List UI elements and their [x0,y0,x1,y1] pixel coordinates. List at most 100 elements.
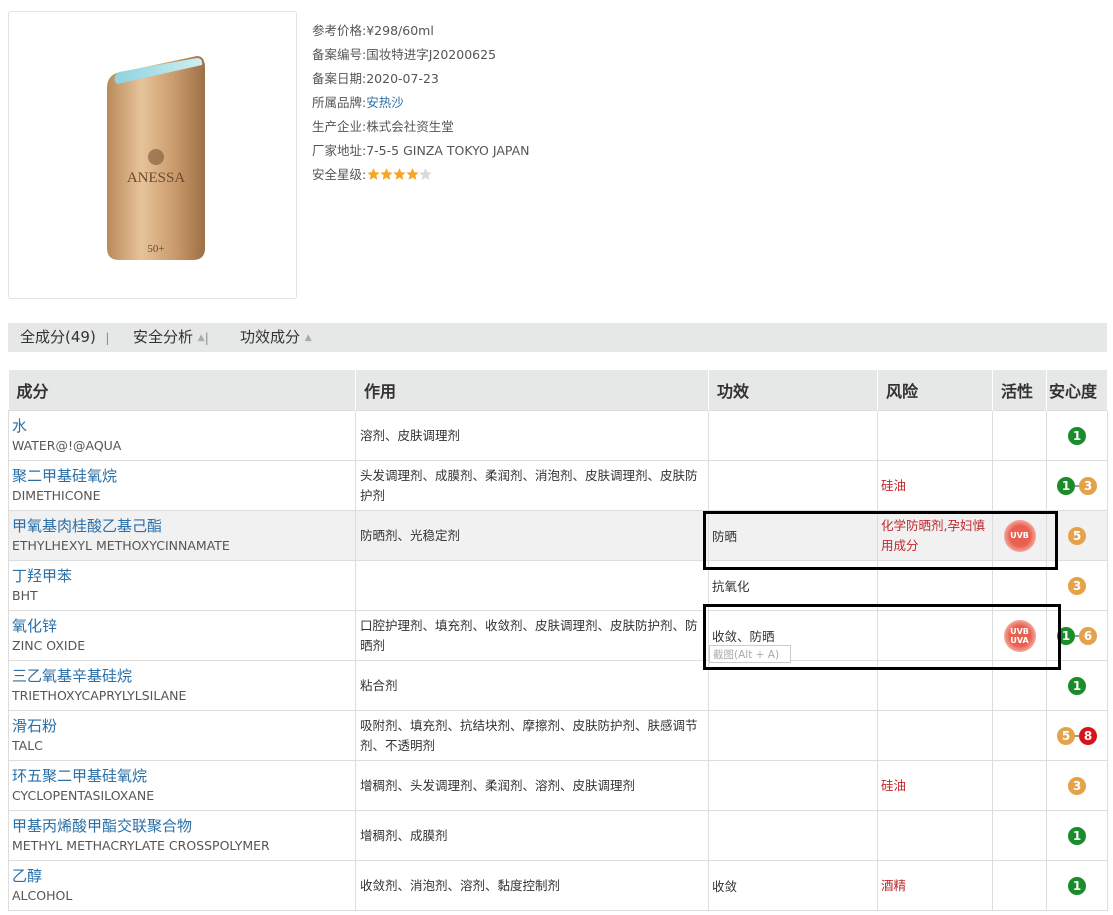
info-value: 株式会社资生堂 [366,119,454,134]
info-value: 国妆特进字J20200625 [366,47,497,62]
table-row[interactable]: 环五聚二甲基硅氧烷 CYCLOPENTASILOXANE 增稠剂、头发调理剂、柔润剂… [8,760,1108,811]
info-value: 2020-07-23 [366,71,439,86]
brand-link[interactable]: 安热沙 [366,95,404,110]
info-label: 安全星级: [312,167,367,182]
ingredient-cell: 氧化锌 ZINC OXIDE [8,610,356,661]
info-row: 备案编号:国妆特进字J20200625 [312,46,530,70]
table-row[interactable]: 甲基丙烯酸甲酯交联聚合物 METHYL METHACRYLATE CROSSPOL… [8,810,1108,861]
header-activity[interactable]: 活性 [992,370,1047,411]
tab-all-ingredients[interactable]: 全成分(49) | [20,323,109,353]
star-icon [419,168,432,180]
info-row: 厂家地址:7-5-5 GINZA TOKYO JAPAN [312,142,530,166]
bottle-brand: ANESSA [127,170,186,186]
table-row[interactable]: 水 WATER@!@AQUA 溶剂、皮肤调理剂 1 [8,410,1108,461]
table-row[interactable]: 滑石粉 TALC 吸附剂、填充剂、抗结块剂、摩擦剂、皮肤防护剂、肤感调节剂、不透明剂… [8,710,1108,761]
ingredient-cn-link[interactable]: 氧化锌 [9,616,355,636]
function-cell: 增稠剂、头发调理剂、柔润剂、溶剂、皮肤调理剂 [355,760,709,811]
header-efficacy[interactable]: 功效 [708,370,878,411]
header-risk[interactable]: 风险 [877,370,993,411]
ingredient-en: BHT [12,587,38,603]
highlight-box [703,511,1058,570]
ingredient-cell: 乙醇 ALCOHOL [8,860,356,911]
rating-stars [366,167,432,186]
ingredient-cell: 环五聚二甲基硅氧烷 CYCLOPENTASILOXANE [8,760,356,811]
function-text: 增稠剂、成膜剂 [360,827,448,843]
ingredient-en: CYCLOPENTASILOXANE [12,787,155,803]
efficacy-cell [708,460,878,511]
info-row: 所属品牌:安热沙 [312,94,530,118]
risk-cell: 酒精 [877,860,993,911]
table-row[interactable]: 乙醇 ALCOHOL 收敛剂、消泡剂、溶剂、黏度控制剂 收敛 酒精 1 [8,860,1108,911]
safety-score-badge: 1 [1068,826,1086,845]
efficacy-text: 收敛 [712,879,738,894]
efficacy-cell [708,410,878,461]
ingredient-cell: 丁羟甲苯 BHT [8,560,356,611]
ingredient-cell: 甲氧基肉桂酸乙基己酯 ETHYLHEXYL METHOXYCINNAMATE [8,510,356,561]
safety-score-badge: 5 [1057,726,1075,745]
risk-cell [877,410,993,461]
ingredient-cn-link[interactable]: 水 [9,416,355,436]
safety-score-badge: 5 [1068,526,1086,545]
function-text: 吸附剂、填充剂、抗结块剂、摩擦剂、皮肤防护剂、肤感调节剂、不透明剂 [360,717,698,753]
safety-score-badge: 1 [1068,426,1086,445]
caret-up-icon: ▲ [304,333,312,343]
header-safety[interactable]: 安心度 [1046,370,1108,411]
product-info: 参考价格:¥298/60ml 备案编号:国妆特进字J20200625 备案日期:20… [312,22,530,190]
tab-safety-analysis[interactable]: 安全分析 ▲| [133,323,209,353]
function-cell: 吸附剂、填充剂、抗结块剂、摩擦剂、皮肤防护剂、肤感调节剂、不透明剂 [355,710,709,761]
risk-text: 硅油 [881,777,907,793]
header-function[interactable]: 作用 [355,370,709,411]
risk-text: 酒精 [881,877,907,893]
function-text: 口腔护理剂、填充剂、收敛剂、皮肤调理剂、皮肤防护剂、防晒剂 [360,617,698,653]
function-cell: 增稠剂、成膜剂 [355,810,709,861]
info-value: 7-5-5 GINZA TOKYO JAPAN [366,143,530,158]
table-row[interactable]: 聚二甲基硅氧烷 DIMETHICONE 头发调理剂、成膜剂、柔润剂、消泡剂、皮肤调理… [8,460,1108,511]
sunscreen-bottle-icon: ANESSA 50+ [107,56,205,260]
risk-cell [877,810,993,861]
ingredient-cn-link[interactable]: 聚二甲基硅氧烷 [9,466,355,486]
info-row: 生产企业:株式会社资生堂 [312,118,530,142]
safety-cell: 1 [1046,410,1108,461]
risk-text: 硅油 [881,477,907,493]
function-text: 收敛剂、消泡剂、溶剂、黏度控制剂 [360,877,561,893]
ingredient-cn-link[interactable]: 乙醇 [9,866,355,886]
safety-score-badge: 3 [1068,776,1086,795]
function-text: 溶剂、皮肤调理剂 [360,427,461,443]
function-text: 防晒剂、光稳定剂 [360,527,461,543]
risk-cell: 硅油 [877,760,993,811]
screenshot-tooltip: 截图(Alt + A) [709,645,791,663]
info-label: 厂家地址: [312,143,367,158]
ingredient-en: TRIETHOXYCAPRYLYLSILANE [12,687,187,703]
ingredient-en: WATER@!@AQUA [12,437,122,453]
ingredient-cn-link[interactable]: 丁羟甲苯 [9,566,355,586]
efficacy-cell [708,810,878,861]
ingredient-cn-link[interactable]: 甲氧基肉桂酸乙基己酯 [9,516,355,536]
info-row: 参考价格:¥298/60ml [312,22,530,46]
ingredient-cell: 水 WATER@!@AQUA [8,410,356,461]
ingredient-cn-link[interactable]: 滑石粉 [9,716,355,736]
activity-cell [992,810,1047,861]
header-ingredient[interactable]: 成分 [8,370,356,411]
ingredient-cn-link[interactable]: 三乙氧基辛基硅烷 [9,666,355,686]
product-image[interactable]: ANESSA 50+ [8,11,297,299]
efficacy-cell: 收敛 [708,860,878,911]
bottle-spf: 50+ [147,243,164,255]
function-text: 粘合剂 [360,677,398,693]
efficacy-text: 抗氧化 [712,579,750,594]
ingredient-en: DIMETHICONE [12,487,101,503]
activity-cell [992,710,1047,761]
function-cell: 溶剂、皮肤调理剂 [355,410,709,461]
safety-score-badge: 3 [1079,476,1097,495]
safety-cell: 3 [1046,760,1108,811]
function-cell [355,560,709,611]
tab-efficacy-ingredients[interactable]: 功效成分 ▲ [240,323,312,353]
tab-label: 全成分(49) [20,328,96,346]
tab-bar: 全成分(49) | 安全分析 ▲| 功效成分 ▲ [8,323,1107,352]
safety-score-badge: 1 [1057,476,1075,495]
ingredient-cn-link[interactable]: 甲基丙烯酸甲酯交联聚合物 [9,816,355,836]
function-cell: 防晒剂、光稳定剂 [355,510,709,561]
info-value: ¥298/60ml [366,23,434,38]
ingredient-en: ZINC OXIDE [12,637,86,653]
ingredient-cn-link[interactable]: 环五聚二甲基硅氧烷 [9,766,355,786]
activity-cell [992,760,1047,811]
